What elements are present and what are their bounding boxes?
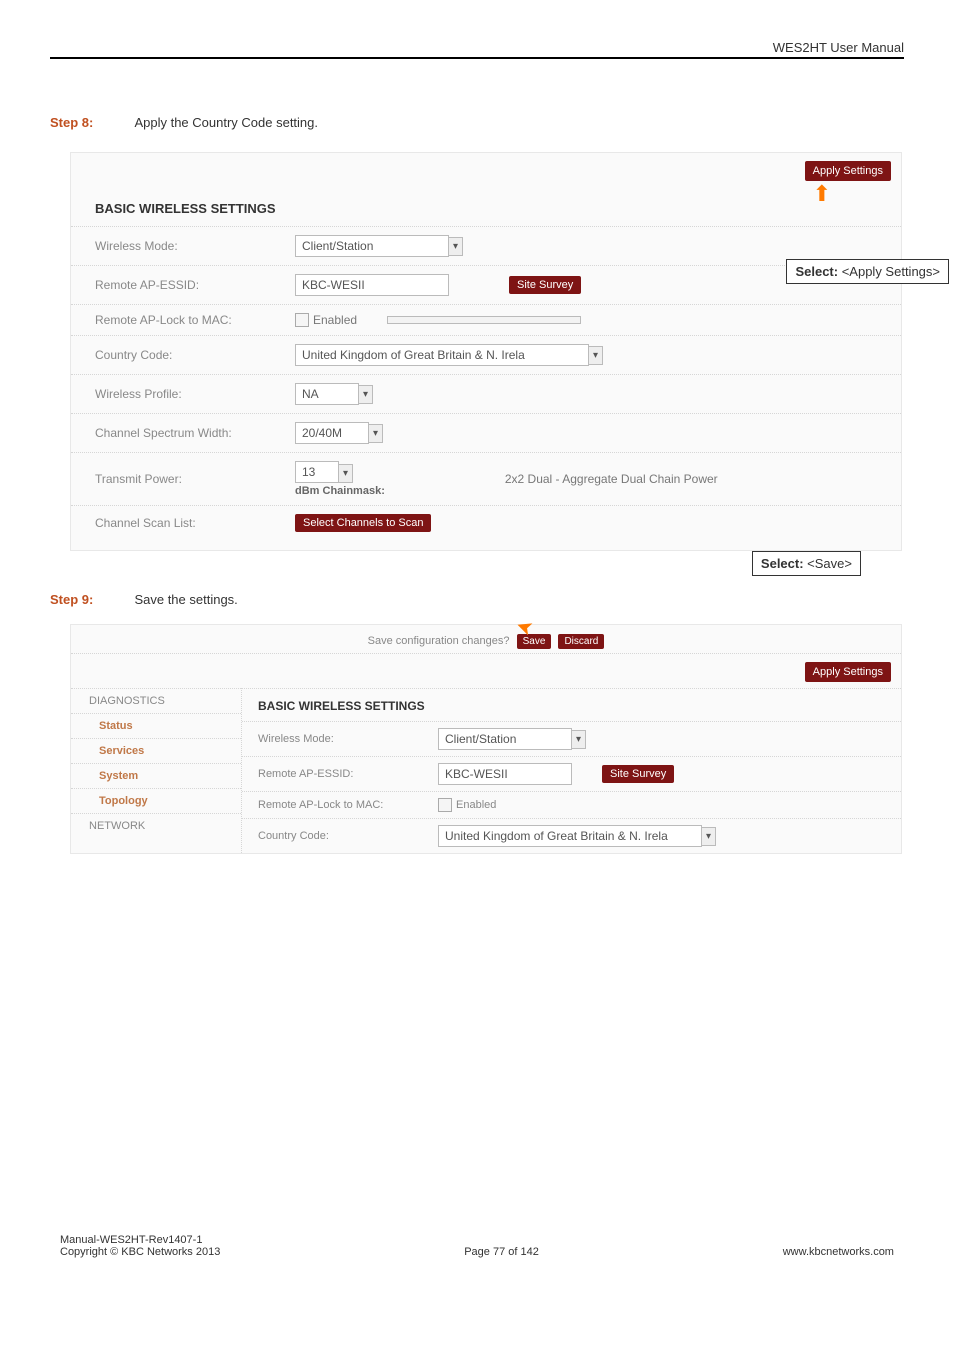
- callout-apply-prefix: Select:: [795, 264, 841, 279]
- settings-panel-1: Select: <Apply Settings> Select: <Save> …: [70, 152, 902, 551]
- label-wireless-mode: Wireless Mode:: [95, 239, 295, 253]
- remote-lock-checkbox[interactable]: [295, 313, 309, 327]
- chevron-down-icon[interactable]: ▾: [702, 827, 716, 846]
- tx-power-select[interactable]: 13: [295, 461, 339, 483]
- label-channel-width: Channel Spectrum Width:: [95, 426, 295, 440]
- site-survey-button[interactable]: Site Survey: [509, 276, 581, 294]
- section-title-basic-wireless: BASIC WIRELESS SETTINGS: [71, 185, 901, 226]
- page-footer: Manual-WES2HT-Rev1407-1 Copyright © KBC …: [50, 1234, 904, 1278]
- country-code-select-2[interactable]: United Kingdom of Great Britain & N. Ire…: [438, 825, 702, 847]
- discard-button[interactable]: Discard: [558, 634, 604, 649]
- step-9-text: Save the settings.: [134, 592, 237, 607]
- footer-left-1: Manual-WES2HT-Rev1407-1: [60, 1234, 220, 1246]
- sidebar-item-status[interactable]: Status: [71, 713, 241, 738]
- site-survey-button-2[interactable]: Site Survey: [602, 765, 674, 783]
- section-title-basic-wireless-2: BASIC WIRELESS SETTINGS: [242, 688, 901, 721]
- chevron-down-icon[interactable]: ▾: [339, 464, 353, 483]
- label-country-code-2: Country Code:: [258, 830, 438, 842]
- remote-essid-input-2[interactable]: KBC-WESII: [438, 763, 572, 785]
- sidebar-head-network: NETWORK: [71, 813, 241, 838]
- sidebar-item-topology[interactable]: Topology: [71, 788, 241, 813]
- callout-save-prefix: Select:: [761, 556, 807, 571]
- page-header: WES2HT User Manual: [50, 40, 904, 59]
- apply-settings-button-2[interactable]: Apply Settings: [805, 662, 891, 682]
- sidebar-item-services[interactable]: Services: [71, 738, 241, 763]
- arrow-up-icon: ⬆: [813, 183, 831, 205]
- step-8-text: Apply the Country Code setting.: [134, 115, 318, 130]
- chevron-down-icon[interactable]: ▾: [449, 237, 463, 256]
- step-9-row: Step 9: Save the settings.: [50, 591, 904, 609]
- save-bar-text: Save configuration changes?: [368, 635, 510, 647]
- callout-save: Select: <Save>: [752, 551, 861, 576]
- label-scan-list: Channel Scan List:: [95, 516, 295, 530]
- label-wireless-mode-2: Wireless Mode:: [258, 733, 438, 745]
- label-remote-lock: Remote AP-Lock to MAC:: [95, 313, 295, 327]
- remote-lock-enabled-text: Enabled: [313, 313, 357, 327]
- callout-apply-value: <Apply Settings>: [842, 264, 940, 279]
- footer-center: Page 77 of 142: [464, 1246, 539, 1258]
- label-remote-essid-2: Remote AP-ESSID:: [258, 768, 438, 780]
- callout-apply-settings: Select: <Apply Settings>: [786, 259, 949, 284]
- tx-power-sub-label: dBm Chainmask:: [295, 485, 385, 497]
- wireless-mode-select-2[interactable]: Client/Station: [438, 728, 572, 750]
- label-wireless-profile: Wireless Profile:: [95, 387, 295, 401]
- settings-panel-2: ➤ Save configuration changes? Save Disca…: [70, 624, 902, 854]
- select-channels-button[interactable]: Select Channels to Scan: [295, 514, 431, 532]
- country-code-select[interactable]: United Kingdom of Great Britain & N. Ire…: [295, 344, 589, 366]
- step-9-label: Step 9:: [50, 592, 130, 607]
- sidebar-head-diagnostics: DIAGNOSTICS: [71, 688, 241, 713]
- step-8-label: Step 8:: [50, 115, 130, 130]
- chevron-down-icon[interactable]: ▾: [572, 730, 586, 749]
- label-remote-essid: Remote AP-ESSID:: [95, 278, 295, 292]
- apply-settings-button[interactable]: Apply Settings: [805, 161, 891, 181]
- chevron-down-icon[interactable]: ▾: [359, 385, 373, 404]
- remote-essid-input[interactable]: KBC-WESII: [295, 274, 449, 296]
- sidebar-item-system[interactable]: System: [71, 763, 241, 788]
- wireless-mode-select[interactable]: Client/Station: [295, 235, 449, 257]
- label-tx-power: Transmit Power:: [95, 472, 295, 486]
- chevron-down-icon[interactable]: ▾: [369, 424, 383, 443]
- remote-lock-checkbox-2[interactable]: [438, 798, 452, 812]
- step-8-row: Step 8: Apply the Country Code setting.: [50, 114, 904, 132]
- callout-save-value: <Save>: [807, 556, 852, 571]
- sidebar: DIAGNOSTICS Status Services System Topol…: [71, 688, 242, 853]
- footer-right: www.kbcnetworks.com: [783, 1246, 894, 1258]
- channel-width-select[interactable]: 20/40M: [295, 422, 369, 444]
- label-country-code: Country Code:: [95, 348, 295, 362]
- chevron-down-icon[interactable]: ▾: [589, 346, 603, 365]
- tx-power-note: 2x2 Dual - Aggregate Dual Chain Power: [505, 472, 718, 486]
- remote-lock-mac-input[interactable]: [387, 316, 581, 324]
- footer-left-2: Copyright © KBC Networks 2013: [60, 1246, 220, 1258]
- remote-lock-enabled-text-2: Enabled: [456, 799, 496, 811]
- wireless-profile-select[interactable]: NA: [295, 383, 359, 405]
- label-remote-lock-2: Remote AP-Lock to MAC:: [258, 799, 438, 811]
